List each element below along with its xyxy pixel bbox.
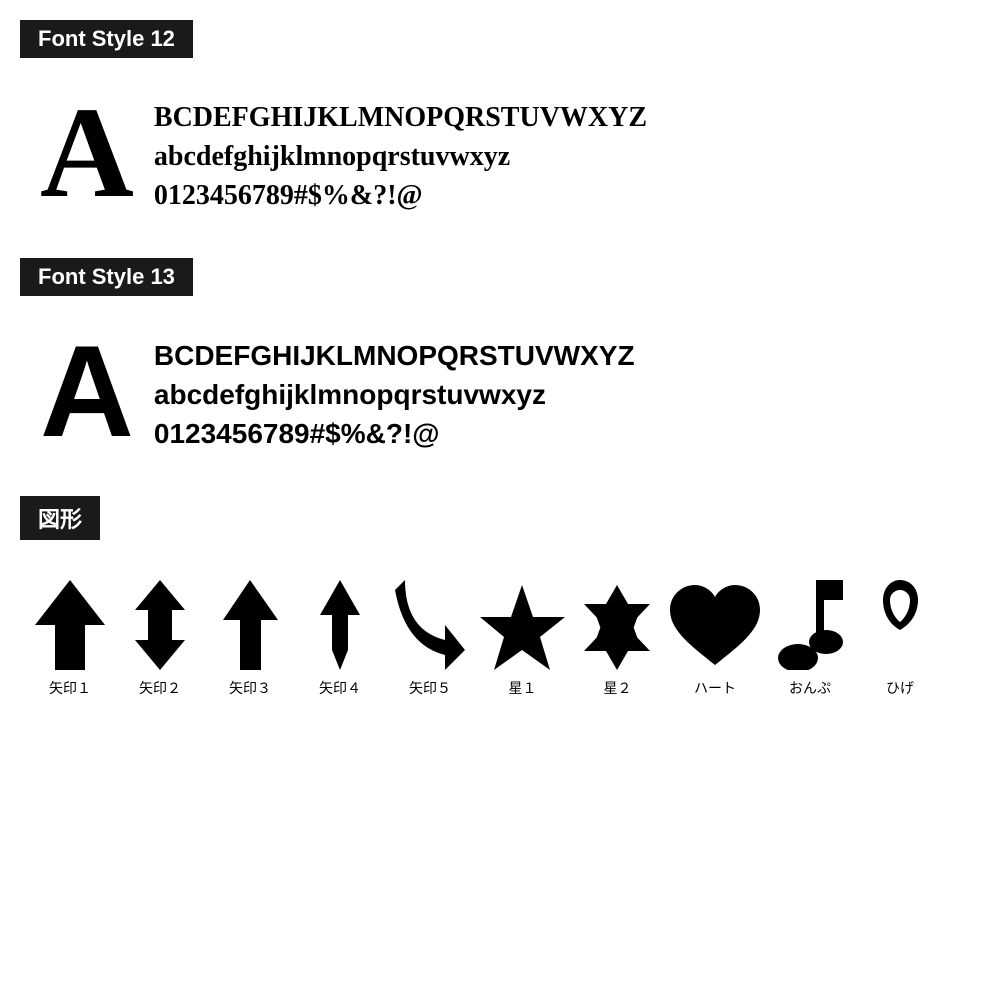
- star1-icon: [480, 585, 565, 670]
- arrow1-icon: [35, 580, 105, 670]
- arrow5-label: 矢印５: [409, 678, 451, 698]
- shapes-grid: 矢印１ 矢印２ 矢印３: [20, 560, 980, 708]
- shape-item-music: おんぷ: [770, 580, 850, 698]
- star2-label: 星２: [604, 678, 632, 698]
- font-style-12-char-lines: BCDEFGHIJKLMNOPQRSTUVWXYZ abcdefghijklmn…: [154, 88, 647, 216]
- mustache-label: ひげ: [886, 678, 914, 698]
- heart-label: ハート: [694, 678, 736, 698]
- font-style-13-header: Font Style 13: [20, 258, 193, 296]
- font-style-12-demo: A BCDEFGHIJKLMNOPQRSTUVWXYZ abcdefghijkl…: [20, 78, 980, 228]
- arrow2-icon: [130, 580, 190, 670]
- heart-icon: [670, 585, 760, 670]
- font-style-13-line1: BCDEFGHIJKLMNOPQRSTUVWXYZ: [154, 336, 635, 375]
- font-style-13-section: Font Style 13 A BCDEFGHIJKLMNOPQRSTUVWXY…: [20, 258, 980, 466]
- mustache-icon: [883, 580, 918, 670]
- arrow1-label: 矢印１: [49, 678, 91, 698]
- shape-item-arrow3: 矢印３: [210, 580, 290, 698]
- arrow3-icon: [223, 580, 278, 670]
- arrow4-icon: [320, 580, 360, 670]
- font-style-12-line2: abcdefghijklmnopqrstuvwxyz: [154, 137, 647, 176]
- font-style-13-line3: 0123456789#$%&?!@: [154, 414, 635, 453]
- shape-item-mustache: ひげ: [860, 580, 940, 698]
- arrow4-label: 矢印４: [319, 678, 361, 698]
- font-style-13-demo: A BCDEFGHIJKLMNOPQRSTUVWXYZ abcdefghijkl…: [20, 316, 980, 466]
- font-style-12-section: Font Style 12 A BCDEFGHIJKLMNOPQRSTUVWXY…: [20, 20, 980, 228]
- font-style-12-header: Font Style 12: [20, 20, 193, 58]
- shape-item-star1: 星１: [480, 585, 565, 698]
- font-style-12-big-letter: A: [40, 88, 134, 218]
- font-style-12-line3: 0123456789#$%&?!@: [154, 176, 647, 215]
- font-style-13-char-lines: BCDEFGHIJKLMNOPQRSTUVWXYZ abcdefghijklmn…: [154, 326, 635, 454]
- font-style-13-big-letter: A: [40, 326, 134, 456]
- arrow5-icon: [395, 580, 465, 670]
- shape-item-star2: 星２: [575, 585, 660, 698]
- arrow3-label: 矢印３: [229, 678, 271, 698]
- arrow2-label: 矢印２: [139, 678, 181, 698]
- font-style-12-line1: BCDEFGHIJKLMNOPQRSTUVWXYZ: [154, 98, 647, 137]
- shapes-section: 図形 矢印１ 矢印２: [20, 496, 980, 708]
- shape-item-arrow5: 矢印５: [390, 580, 470, 698]
- font-style-13-line2: abcdefghijklmnopqrstuvwxyz: [154, 375, 635, 414]
- star1-label: 星１: [509, 678, 537, 698]
- shape-item-arrow1: 矢印１: [30, 580, 110, 698]
- shape-item-heart: ハート: [670, 585, 760, 698]
- shapes-header: 図形: [20, 496, 100, 540]
- shape-item-arrow2: 矢印２: [120, 580, 200, 698]
- star2-icon: [575, 585, 660, 670]
- shape-item-arrow4: 矢印４: [300, 580, 380, 698]
- music-label: おんぷ: [789, 678, 831, 698]
- music-icon: [778, 580, 843, 670]
